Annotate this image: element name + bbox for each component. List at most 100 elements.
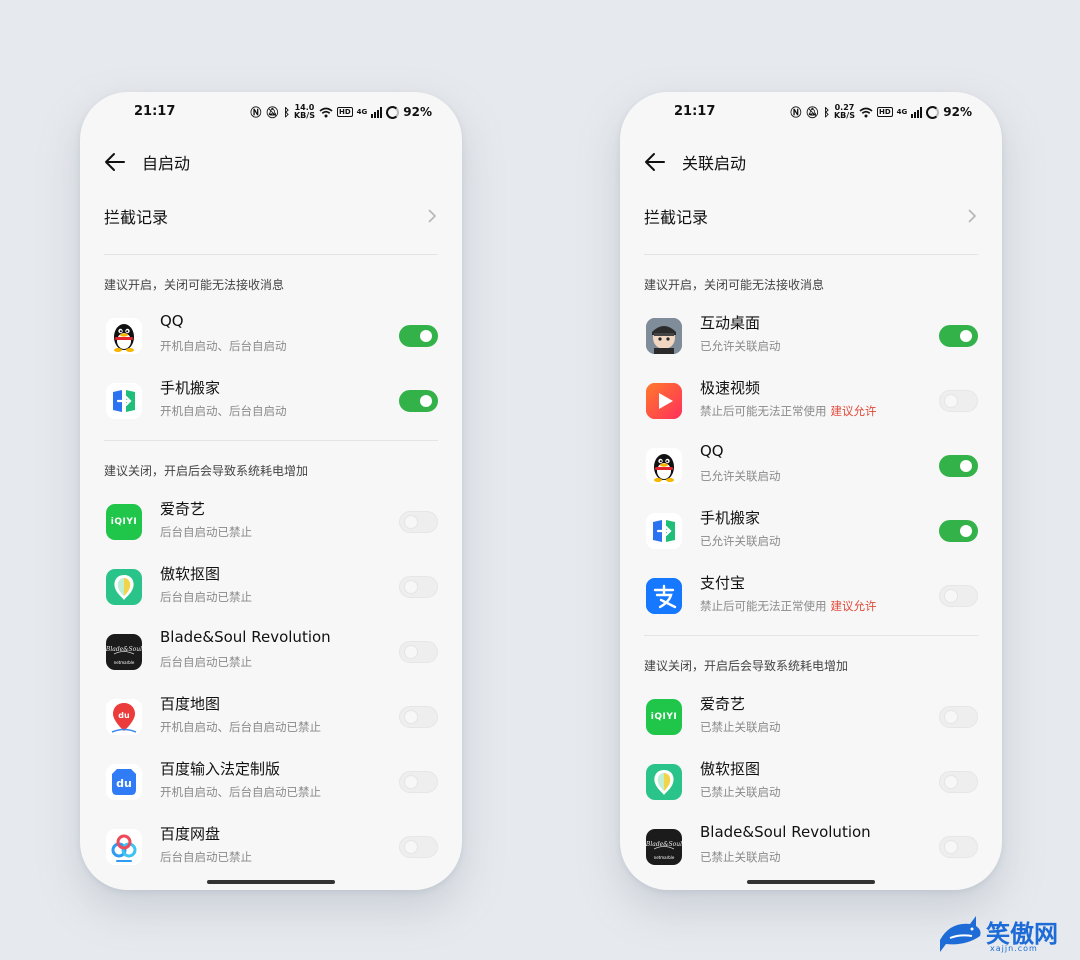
autostart-toggle[interactable] xyxy=(399,511,438,533)
app-status: 开机自启动、后台自启动已禁止 xyxy=(160,720,321,734)
app-name: 傲软抠图 xyxy=(160,565,221,583)
app-row-qq: QQ 开机自启动、后台自启动 xyxy=(104,310,438,362)
chevron-right-icon xyxy=(428,209,437,223)
blade-soul-icon: Blade&Soul netmarble xyxy=(646,829,682,865)
associated-start-toggle[interactable] xyxy=(939,455,978,477)
divider xyxy=(644,635,978,636)
alipay-icon xyxy=(646,578,682,614)
qq-icon xyxy=(106,318,142,354)
iqiyi-icon: iQIYI xyxy=(646,699,682,735)
nfc-icon: Ⓝ xyxy=(790,105,802,119)
app-name: Blade&Soul Revolution xyxy=(160,628,331,646)
section-title-recommend-off: 建议关闭，开启后会导致系统耗电增加 xyxy=(104,464,309,478)
status-bar: 21:17 Ⓝ 🔕︎ ᛒ 14.0 KB/S HD 4G 92% xyxy=(80,104,462,124)
autostart-toggle[interactable] xyxy=(399,836,438,858)
app-row-baidu-map: du 百度地图 开机自启动、后台自启动已禁止 xyxy=(104,691,438,743)
back-arrow-icon[interactable] xyxy=(104,150,130,174)
toggle-knob xyxy=(945,776,957,788)
mute-icon: 🔕︎ xyxy=(265,105,280,119)
app-status: 开机自启动、后台自启动 xyxy=(160,404,287,418)
app-name: 互动桌面 xyxy=(700,314,761,332)
app-status: 禁止后可能无法正常使用 建议允许 xyxy=(700,599,877,613)
app-status: 后台自启动已禁止 xyxy=(160,655,252,669)
phone-screen-associated-start: 21:17 Ⓝ 🔕︎ ᛒ 0.27 KB/S HD 4G 92% 关联启动 拦截… xyxy=(620,92,1002,890)
app-status: 后台自启动已禁止 xyxy=(160,525,252,539)
intercept-record-label: 拦截记录 xyxy=(104,208,169,227)
section-title-recommend-off: 建议关闭，开启后会导致系统耗电增加 xyxy=(644,659,849,673)
watermark-url: xajjn.com xyxy=(990,944,1038,953)
recommend-allow-hint: 建议允许 xyxy=(830,404,877,418)
toggle-knob xyxy=(405,516,417,528)
app-name: 极速视频 xyxy=(700,379,761,397)
app-status: 已允许关联启动 xyxy=(700,339,781,353)
status-icons: Ⓝ 🔕︎ ᛒ 0.27 KB/S HD 4G 92% xyxy=(790,104,972,120)
site-watermark: 笑傲网 xajjn.com xyxy=(936,912,1074,958)
intercept-record-row[interactable]: 拦截记录 xyxy=(104,193,438,239)
toggle-knob xyxy=(960,460,972,472)
baidu-map-icon: du xyxy=(106,699,142,735)
recommend-allow-hint: 建议允许 xyxy=(830,599,877,613)
nfc-icon: Ⓝ xyxy=(250,105,262,119)
associated-start-toggle[interactable] xyxy=(939,836,978,858)
toggle-knob xyxy=(420,330,432,342)
home-indicator[interactable] xyxy=(207,880,335,884)
toggle-knob xyxy=(945,841,957,853)
app-name: 手机搬家 xyxy=(160,379,221,397)
battery-level: 92% xyxy=(943,105,972,119)
qq-icon xyxy=(646,448,682,484)
toggle-knob xyxy=(420,395,432,407)
home-indicator[interactable] xyxy=(747,880,875,884)
network-type: 4G xyxy=(896,107,908,116)
app-status: 已允许关联启动 xyxy=(700,469,781,483)
bluetooth-icon: ᛒ xyxy=(283,105,290,119)
associated-start-toggle[interactable] xyxy=(939,706,978,728)
toggle-knob xyxy=(945,711,957,723)
app-status: 已允许关联启动 xyxy=(700,534,781,548)
toggle-knob xyxy=(960,330,972,342)
app-status: 后台自启动已禁止 xyxy=(160,590,252,604)
autostart-toggle[interactable] xyxy=(399,390,438,412)
app-row-baidu-input: du 百度输入法定制版 开机自启动、后台自启动已禁止 xyxy=(104,756,438,808)
associated-start-toggle[interactable] xyxy=(939,520,978,542)
svg-text:Blade&Soul: Blade&Soul xyxy=(106,646,142,653)
autostart-toggle[interactable] xyxy=(399,771,438,793)
video-play-icon xyxy=(646,383,682,419)
network-speed: 14.0 KB/S xyxy=(293,103,315,120)
autostart-toggle[interactable] xyxy=(399,641,438,663)
svg-text:du: du xyxy=(116,777,132,790)
app-status: 开机自启动、后台自启动已禁止 xyxy=(160,785,321,799)
app-name: 百度输入法定制版 xyxy=(160,760,281,778)
app-row-interactive-desktop: 互动桌面 已允许关联启动 xyxy=(644,310,978,362)
app-row-qq: QQ 已允许关联启动 xyxy=(644,440,978,492)
app-name: 爱奇艺 xyxy=(700,695,746,713)
associated-start-toggle[interactable] xyxy=(939,390,978,412)
autostart-toggle[interactable] xyxy=(399,325,438,347)
associated-start-toggle[interactable] xyxy=(939,585,978,607)
app-status: 已禁止关联启动 xyxy=(700,785,781,799)
section-title-recommend-on: 建议开启，关闭可能无法接收消息 xyxy=(644,278,825,292)
phone-clone-icon xyxy=(646,513,682,549)
app-status: 禁止后可能无法正常使用 建议允许 xyxy=(700,404,877,418)
svg-text:Blade&Soul: Blade&Soul xyxy=(646,841,682,848)
app-row-iqiyi: iQIYI 爱奇艺 后台自启动已禁止 xyxy=(104,496,438,548)
divider xyxy=(104,440,438,441)
baidu-input-icon: du xyxy=(106,764,142,800)
intercept-record-row[interactable]: 拦截记录 xyxy=(644,193,978,239)
app-row-baidu-pan: 百度网盘 后台自启动已禁止 xyxy=(104,821,438,873)
back-arrow-icon[interactable] xyxy=(644,150,670,174)
app-bar: 自启动 xyxy=(104,150,190,174)
toggle-knob xyxy=(405,581,417,593)
interactive-desktop-icon xyxy=(646,318,682,354)
autostart-toggle[interactable] xyxy=(399,576,438,598)
autostart-toggle[interactable] xyxy=(399,706,438,728)
phone-screen-autostart: 21:17 Ⓝ 🔕︎ ᛒ 14.0 KB/S HD 4G 92% 自启动 拦截记… xyxy=(80,92,462,890)
app-name: 手机搬家 xyxy=(700,509,761,527)
app-status: 已禁止关联启动 xyxy=(700,720,781,734)
app-name: QQ xyxy=(700,442,724,460)
app-row-speed-video: 极速视频 禁止后可能无法正常使用 建议允许 xyxy=(644,375,978,427)
app-row-iqiyi: iQIYI 爱奇艺 已禁止关联启动 xyxy=(644,691,978,743)
toggle-knob xyxy=(405,711,417,723)
associated-start-toggle[interactable] xyxy=(939,325,978,347)
blade-soul-icon: Blade&Soul netmarble xyxy=(106,634,142,670)
associated-start-toggle[interactable] xyxy=(939,771,978,793)
